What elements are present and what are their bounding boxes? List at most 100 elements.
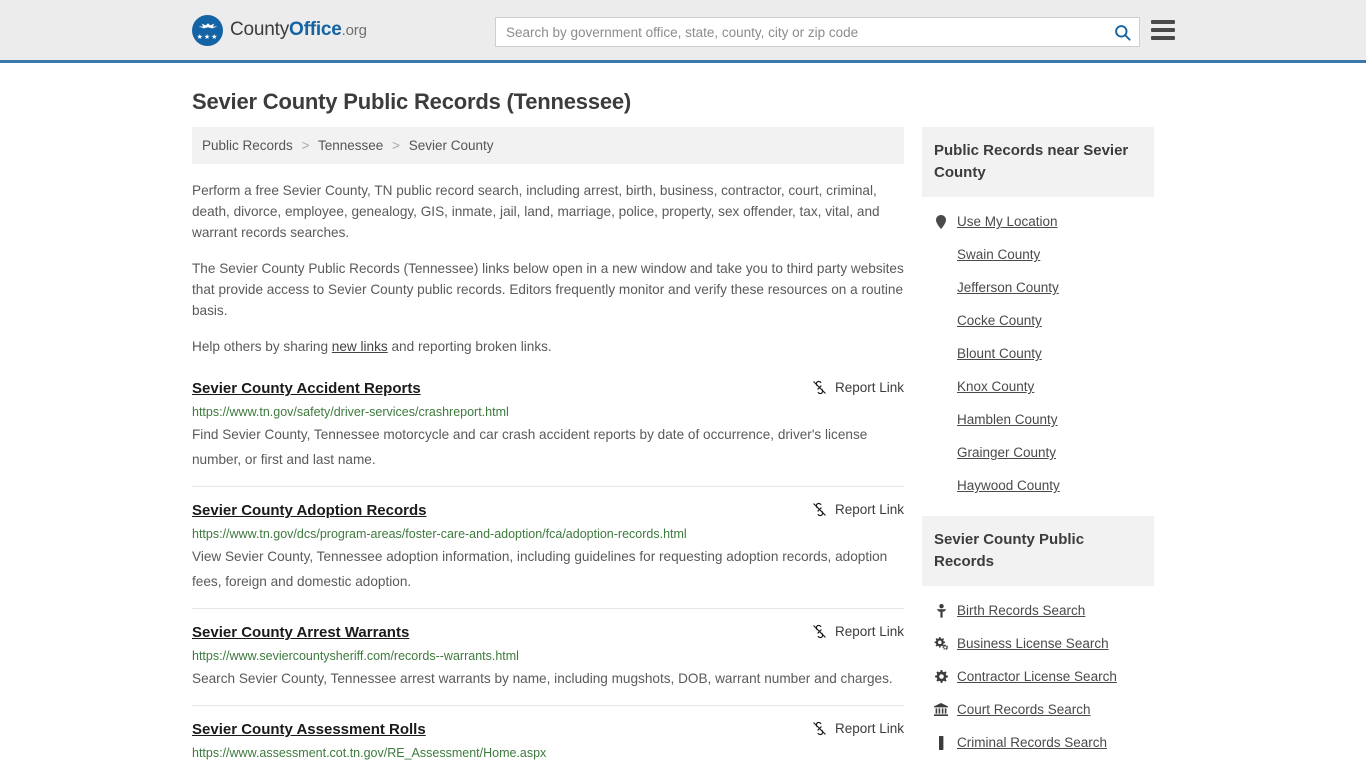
entry-url: https://www.tn.gov/safety/driver-service… [192, 405, 509, 419]
sidebar-link-label[interactable]: Court Records Search [957, 702, 1091, 717]
stars-glyph: ★★★ [196, 33, 219, 41]
entry-description: View Sevier County, Tennessee adoption i… [192, 549, 888, 589]
broken-link-icon [813, 721, 826, 736]
panel-body: Use My Location Swain County Jefferson C… [922, 197, 1154, 502]
record-entry-list: Sevier County Accident Reports Report Li… [192, 379, 904, 768]
main-column: Public Records > Tennessee > Sevier Coun… [192, 127, 904, 768]
breadcrumb-separator: > [301, 138, 310, 153]
eagle-glyph [198, 22, 217, 28]
entry-url: https://www.seviercountysheriff.com/reco… [192, 649, 519, 663]
logo-word-org: .org [341, 22, 367, 39]
sidebar-item-jefferson-county[interactable]: Jefferson County [934, 271, 1142, 304]
broken-link-icon [813, 502, 826, 517]
report-link-label: Report Link [834, 380, 904, 395]
sidebar-item-hamblen-county[interactable]: Hamblen County [934, 403, 1142, 436]
hamburger-bar [1151, 20, 1175, 24]
breadcrumb-separator: > [392, 138, 400, 153]
intro-paragraph-1: Perform a free Sevier County, TN public … [192, 183, 880, 240]
entry-description: Search Sevier County property assessment… [192, 763, 904, 768]
report-link-button[interactable]: Report Link [812, 720, 904, 736]
sidebar-link-label[interactable]: Jefferson County [957, 280, 1059, 295]
sidebar-item-cocke-county[interactable]: Cocke County [934, 304, 1142, 337]
report-link-button[interactable]: Report Link [812, 623, 904, 639]
new-links-link[interactable]: new links [332, 339, 388, 354]
sidebar-link-label[interactable]: Knox County [957, 379, 1034, 394]
entry-description: Find Sevier County, Tennessee motorcycle… [192, 427, 868, 467]
breadcrumb-item-tennessee[interactable]: Tennessee [318, 138, 383, 153]
search-input[interactable] [496, 18, 1105, 46]
broken-link-icon [813, 624, 826, 639]
entry-url: https://www.tn.gov/dcs/program-areas/fos… [192, 527, 687, 541]
entry-title-link[interactable]: Sevier County Assessment Rolls [192, 720, 426, 740]
sidebar-link-label[interactable]: Birth Records Search [957, 603, 1085, 618]
panel-title: Sevier County Public Records [922, 516, 1154, 586]
hamburger-menu-icon[interactable] [1151, 20, 1175, 40]
intro-p3-before: Help others by sharing [192, 339, 332, 354]
sidebar-link-label[interactable]: Hamblen County [957, 412, 1058, 427]
entry-title-link[interactable]: Sevier County Accident Reports [192, 379, 421, 399]
page-title: Sevier County Public Records (Tennessee) [192, 89, 632, 114]
report-link-label: Report Link [834, 624, 904, 639]
breadcrumb-item-public-records[interactable]: Public Records [202, 138, 293, 153]
sidebar-item-birth-records-search[interactable]: Birth Records Search [934, 594, 1142, 627]
sidebar-item-grainger-county[interactable]: Grainger County [934, 436, 1142, 469]
eagle-shield-icon: ★★★ [192, 14, 223, 46]
site-logo[interactable]: ★★★ CountyOffice.org [192, 14, 367, 46]
search-bar[interactable] [495, 17, 1140, 47]
sidebar-item-business-license-search[interactable]: Business License Search [934, 627, 1142, 660]
logo-word-county: County [230, 19, 290, 40]
entry-description: Search Sevier County, Tennessee arrest w… [192, 671, 893, 686]
sidebar-item-blount-county[interactable]: Blount County [934, 337, 1142, 370]
record-entry: Sevier County Assessment Rolls Report Li… [192, 720, 904, 768]
report-link-label: Report Link [834, 502, 904, 517]
sidebar-link-label[interactable]: Criminal Records Search [957, 735, 1107, 750]
sidebar-item-contractor-license-search[interactable]: Contractor License Search [934, 660, 1142, 693]
intro-text: Perform a free Sevier County, TN public … [192, 180, 904, 357]
sidebar-item-haywood-county[interactable]: Haywood County [934, 469, 1142, 502]
intro-paragraph-3: Help others by sharing new links and rep… [192, 336, 904, 357]
sidebar-link-label[interactable]: Contractor License Search [957, 669, 1117, 684]
gear-icon [934, 670, 948, 683]
sidebar: Public Records near Sevier County Use My… [922, 127, 1154, 768]
panel-nearby-records: Public Records near Sevier County Use My… [922, 127, 1154, 502]
page-container: Sevier County Public Records (Tennessee)… [0, 89, 1366, 768]
entry-header: Sevier County Assessment Rolls Report Li… [192, 720, 904, 740]
panel-title: Public Records near Sevier County [922, 127, 1154, 197]
report-link-button[interactable]: Report Link [812, 379, 904, 395]
gavel-icon [934, 735, 948, 750]
sidebar-link-label[interactable]: Haywood County [957, 478, 1060, 493]
sidebar-item-knox-county[interactable]: Knox County [934, 370, 1142, 403]
sidebar-item-use-my-location[interactable]: Use My Location [934, 205, 1142, 238]
intro-paragraph-2: The Sevier County Public Records (Tennes… [192, 261, 904, 318]
entry-header: Sevier County Arrest Warrants Report Lin… [192, 623, 904, 643]
sidebar-item-court-records-search[interactable]: Court Records Search [934, 693, 1142, 726]
map-pin-icon [934, 214, 948, 229]
sidebar-link-label[interactable]: Swain County [957, 247, 1040, 262]
sidebar-link-label[interactable]: Blount County [957, 346, 1042, 361]
entry-header: Sevier County Accident Reports Report Li… [192, 379, 904, 399]
search-button[interactable] [1105, 18, 1139, 46]
sidebar-item-criminal-records-search[interactable]: Criminal Records Search [934, 726, 1142, 759]
courthouse-icon [934, 703, 948, 716]
entry-title-link[interactable]: Sevier County Adoption Records [192, 501, 426, 521]
record-entry: Sevier County Arrest Warrants Report Lin… [192, 623, 904, 706]
sidebar-link-label[interactable]: Cocke County [957, 313, 1042, 328]
hamburger-bar [1151, 28, 1175, 32]
breadcrumb: Public Records > Tennessee > Sevier Coun… [192, 127, 904, 164]
entry-title-link[interactable]: Sevier County Arrest Warrants [192, 623, 409, 643]
report-link-label: Report Link [834, 721, 904, 736]
sidebar-item-swain-county[interactable]: Swain County [934, 238, 1142, 271]
report-link-button[interactable]: Report Link [812, 501, 904, 517]
search-icon [1114, 24, 1131, 41]
panel-county-public-records: Sevier County Public Records Birth Recor… [922, 516, 1154, 759]
baby-icon [934, 603, 948, 618]
sidebar-link-label[interactable]: Business License Search [957, 636, 1109, 651]
entry-url: https://www.assessment.cot.tn.gov/RE_Ass… [192, 746, 547, 760]
cogs-icon [934, 637, 948, 650]
sidebar-link-label[interactable]: Grainger County [957, 445, 1056, 460]
record-entry: Sevier County Accident Reports Report Li… [192, 379, 904, 487]
logo-text: CountyOffice.org [230, 19, 367, 41]
content-columns: Public Records > Tennessee > Sevier Coun… [192, 127, 1174, 768]
broken-link-icon [813, 380, 826, 395]
sidebar-link-label[interactable]: Use My Location [957, 214, 1058, 229]
